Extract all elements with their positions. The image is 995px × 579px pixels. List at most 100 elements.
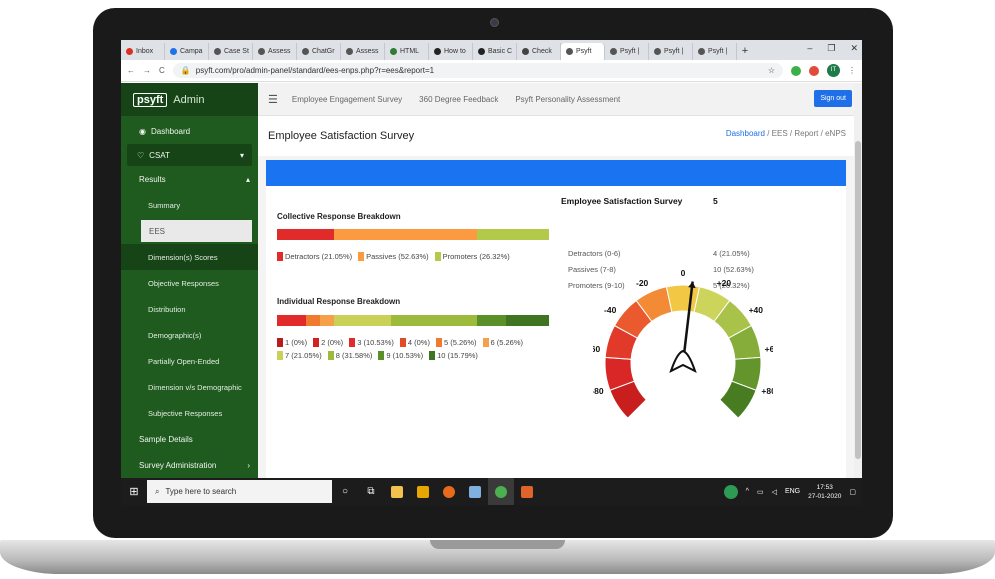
browser-tab[interactable]: Case St — [209, 43, 253, 60]
psyft-logo[interactable]: psyft — [133, 92, 168, 107]
individual-bar — [277, 315, 549, 326]
legend-swatch — [482, 338, 489, 347]
individual-legend: 1 (0%) 2 (0%) 3 (10.53%) 4 (0%) 5 (5.26%) 6 (… — [277, 338, 557, 360]
app-icon[interactable] — [462, 478, 488, 505]
browser-tab[interactable]: HTML — [385, 43, 429, 60]
browser-tab[interactable]: Campa — [165, 43, 209, 60]
legend-label: 6 (5.26%) — [490, 338, 524, 347]
admin-label: Admin — [173, 93, 205, 106]
restore-button[interactable]: ❐ — [827, 43, 835, 54]
language-indicator[interactable]: ENG — [785, 488, 800, 495]
task-view-icon[interactable]: ⧉ — [358, 478, 384, 505]
legend-swatch — [358, 252, 365, 261]
sidebar-item-survey-administration[interactable]: Survey Administration › — [121, 452, 258, 478]
browser-tab[interactable]: Assess — [253, 43, 297, 60]
globe-icon — [698, 48, 705, 55]
tab-label: Inbox — [136, 48, 154, 55]
sidebar-item-results[interactable]: Results ▴ — [121, 166, 258, 192]
browser-tab[interactable]: Assess — [341, 43, 385, 60]
notifications-icon[interactable]: ▢ — [849, 488, 856, 496]
clock[interactable]: 17:53 27-01-2020 — [808, 483, 841, 501]
close-button[interactable]: ✕ — [850, 43, 858, 54]
blue-banner — [266, 160, 846, 186]
sidebar-item-demographics[interactable]: Demographic(s) — [121, 322, 258, 348]
reload-icon[interactable]: C — [159, 66, 165, 75]
nav-personality-assessment[interactable]: Psyft Personality Assessment — [515, 95, 620, 104]
nav-employee-engagement[interactable]: Employee Engagement Survey — [292, 95, 402, 104]
sidebar-item-objective-responses[interactable]: Objective Responses — [121, 270, 258, 296]
sign-out-button[interactable]: Sign out — [814, 90, 852, 107]
extension-icon[interactable] — [791, 65, 801, 76]
globe-icon — [610, 48, 617, 55]
bar-segment — [334, 229, 478, 240]
browser-tab[interactable]: Psyft | — [649, 43, 693, 60]
browser-tab[interactable]: Basic C — [473, 43, 517, 60]
main-content: ☰ Employee Engagement Survey 360 Degree … — [258, 83, 862, 478]
network-icon[interactable]: ▭ — [757, 488, 764, 496]
app-icon[interactable] — [410, 478, 436, 505]
browser-tab[interactable]: ChatGr — [297, 43, 341, 60]
collective-legend: Detractors (21.05%) Passives (52.63%) Prom… — [277, 252, 557, 261]
tab-label: Basic C — [488, 48, 513, 55]
cortana-icon[interactable]: ○ — [332, 478, 358, 505]
sidebar-item-dimension-vs-demographic[interactable]: Dimension v/s Demographic — [121, 374, 258, 400]
minimize-button[interactable]: – — [807, 43, 812, 54]
chevron-up-icon: ▴ — [245, 174, 250, 184]
gmail-icon — [126, 48, 133, 55]
sidebar-item-subjective-responses[interactable]: Subjective Responses — [121, 400, 258, 426]
summary-title: Employee Satisfaction Survey — [561, 196, 683, 206]
sidebar: psyft Admin ◉ Dashboard ♡ CSAT ▾ Results… — [121, 83, 258, 478]
chevron-up-icon[interactable]: ^ — [746, 488, 749, 495]
profile-avatar[interactable]: IT — [827, 64, 840, 77]
app-icon[interactable] — [514, 478, 540, 505]
globe-icon — [214, 48, 221, 55]
browser-tab[interactable]: Psyft | — [605, 43, 649, 60]
scroll-thumb[interactable] — [855, 141, 861, 459]
health-icon[interactable] — [723, 484, 738, 499]
gauge-tick-label: -20 — [636, 278, 649, 288]
breadcrumb-dashboard[interactable]: Dashboard — [726, 129, 765, 138]
menu-dots-icon[interactable]: ⋮ — [848, 66, 856, 75]
url-field[interactable]: 🔒 psyft.com/pro/admin-panel/standard/ees… — [172, 63, 783, 78]
page-scrollbar[interactable] — [854, 83, 862, 478]
legend-item: 2 (0%) — [313, 338, 343, 347]
legend-item: 5 (5.26%) — [435, 338, 477, 347]
browser-tab[interactable]: How to — [429, 43, 473, 60]
back-icon[interactable]: ← — [127, 66, 135, 75]
url-text: psyft.com/pro/admin-panel/standard/ees-e… — [195, 66, 435, 75]
legend-swatch — [313, 338, 320, 347]
sidebar-item-sample-details[interactable]: Sample Details — [121, 426, 258, 452]
browser-tab[interactable]: Inbox — [121, 43, 165, 60]
firefox-icon[interactable] — [436, 478, 462, 505]
legend-item: 7 (21.05%) — [277, 351, 322, 360]
tab-label: HTML — [400, 48, 420, 55]
sidebar-item-partially-open-ended[interactable]: Partially Open-Ended — [121, 348, 258, 374]
hamburger-icon[interactable]: ☰ — [268, 93, 278, 106]
star-icon[interactable]: ☆ — [768, 66, 775, 75]
sidebar-item-ees[interactable]: EES — [141, 220, 252, 242]
sidebar-item-dashboard[interactable]: ◉ Dashboard — [121, 118, 258, 144]
sidebar-item-summary[interactable]: Summary — [121, 192, 258, 218]
chrome-icon[interactable] — [488, 478, 514, 505]
taskbar-search[interactable]: ⌕ Type here to search — [147, 480, 332, 503]
sidebar-item-csat[interactable]: ♡ CSAT ▾ — [127, 144, 252, 166]
breadcrumb-separator: / — [767, 129, 770, 138]
new-tab-button[interactable]: + — [737, 43, 753, 60]
forward-icon[interactable]: → — [143, 66, 151, 75]
windows-start-icon[interactable]: ⊞ — [121, 485, 147, 498]
browser-tab[interactable]: Psyft — [561, 43, 605, 60]
file-explorer-icon[interactable] — [384, 478, 410, 505]
gauge-tick-label: -40 — [604, 305, 617, 315]
legend-swatch — [327, 351, 334, 360]
browser-tab[interactable]: Psyft | — [693, 43, 737, 60]
extension-icon[interactable] — [809, 65, 819, 76]
sidebar-item-dimension-scores[interactable]: Dimension(s) Scores — [121, 244, 258, 270]
legend-swatch — [277, 351, 283, 360]
address-bar: ← → C 🔒 psyft.com/pro/admin-panel/standa… — [121, 60, 862, 82]
brand: psyft Admin — [121, 83, 258, 116]
volume-icon[interactable]: ◁ — [772, 488, 777, 496]
sidebar-item-distribution[interactable]: Distribution — [121, 296, 258, 322]
legend-item: 9 (10.53%) — [378, 351, 423, 360]
browser-tab[interactable]: Check — [517, 43, 561, 60]
nav-360-feedback[interactable]: 360 Degree Feedback — [419, 95, 498, 104]
